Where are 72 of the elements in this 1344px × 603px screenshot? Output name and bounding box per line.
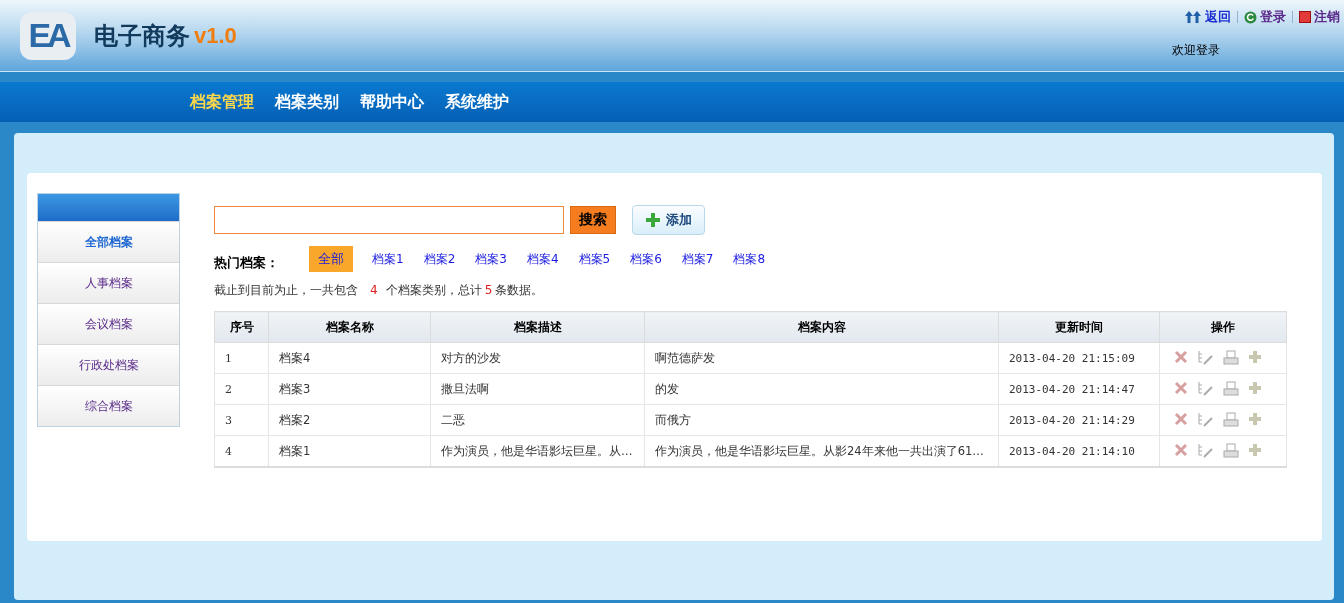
column-header: 档案描述 — [430, 311, 645, 343]
hot-tag[interactable]: 档案6 — [621, 247, 671, 271]
sidebar-item[interactable]: 全部档案 — [38, 221, 179, 262]
summary-text: 截止到目前为止，一共包含 4 个档案类别，总计 5 条数据。 — [214, 282, 545, 299]
column-header: 档案内容 — [644, 311, 999, 343]
table-cell: 而俄方 — [644, 404, 999, 436]
table-cell: 档案2 — [268, 404, 431, 436]
hot-tag[interactable]: 全部 — [309, 246, 353, 272]
tree-edit-icon[interactable] — [1197, 381, 1214, 397]
hot-tag[interactable]: 档案7 — [672, 247, 723, 271]
hot-tag[interactable]: 档案8 — [724, 247, 775, 271]
print-icon[interactable] — [1223, 412, 1239, 427]
login-link[interactable]: 登录 — [1244, 8, 1286, 26]
welcome-text: 欢迎登录 — [1172, 42, 1220, 59]
table-cell: 1 — [214, 342, 269, 374]
print-icon[interactable] — [1223, 350, 1239, 365]
delete-icon[interactable] — [1174, 350, 1188, 364]
column-header: 档案名称 — [268, 311, 431, 343]
table-cell: 二恶 — [430, 404, 645, 436]
print-icon[interactable] — [1223, 381, 1239, 396]
up-arrows-icon — [1184, 10, 1202, 24]
version-label: v1.0 — [194, 22, 237, 49]
hot-tag[interactable]: 档案2 — [414, 247, 465, 271]
search-field[interactable] — [214, 206, 564, 234]
tree-edit-icon[interactable] — [1197, 443, 1214, 459]
logo: EA — [20, 11, 76, 60]
table-cell: 4 — [214, 435, 269, 467]
delete-icon[interactable] — [1174, 412, 1188, 426]
table-cell: 2 — [214, 373, 269, 405]
app-title: 电子商务 — [94, 20, 190, 52]
table-cell: 档案3 — [268, 373, 431, 405]
column-header: 更新时间 — [998, 311, 1160, 343]
sidebar-item[interactable]: 行政处档案 — [38, 344, 179, 385]
hot-tag[interactable]: 档案1 — [363, 247, 413, 271]
plus-icon[interactable] — [1248, 381, 1262, 395]
plus-icon[interactable] — [1248, 412, 1262, 426]
hot-tag[interactable]: 档案3 — [466, 247, 516, 271]
sidebar-item[interactable]: 人事档案 — [38, 262, 179, 303]
plus-icon[interactable] — [1248, 443, 1262, 457]
sidebar-item[interactable]: 综合档案 — [38, 385, 179, 426]
tree-edit-icon[interactable] — [1197, 350, 1214, 366]
tree-edit-icon[interactable] — [1197, 412, 1214, 428]
table-cell: 3 — [214, 404, 269, 436]
column-header: 操作 — [1159, 311, 1287, 343]
search-button[interactable]: 搜索 — [570, 206, 616, 234]
nav-tab[interactable]: 档案类别 — [275, 91, 339, 113]
print-icon[interactable] — [1223, 443, 1239, 458]
table-cell: 撒旦法啊 — [430, 373, 645, 405]
table-cell: 的发 — [644, 373, 999, 405]
plus-icon — [645, 213, 660, 227]
table-cell: 对方的沙发 — [430, 342, 645, 374]
plus-icon[interactable] — [1248, 350, 1262, 364]
delete-icon[interactable] — [1174, 381, 1188, 395]
delete-icon[interactable] — [1174, 443, 1188, 457]
table-cell: 档案4 — [268, 342, 431, 374]
column-header: 序号 — [214, 311, 269, 343]
stop-square-icon — [1299, 11, 1311, 23]
hot-tag[interactable]: 档案4 — [517, 247, 568, 271]
nav-tab[interactable]: 系统维护 — [445, 91, 509, 113]
refresh-circle-icon — [1244, 10, 1257, 24]
add-button[interactable]: 添加 — [632, 205, 705, 235]
nav-tab[interactable]: 帮助中心 — [360, 91, 424, 113]
hot-label: 热门档案： — [214, 254, 280, 272]
nav-tab[interactable]: 档案管理 — [190, 91, 254, 113]
table-cell: 2013-04-20 21:14:47 — [998, 373, 1160, 405]
sidebar-item[interactable]: 会议档案 — [38, 303, 179, 344]
table-cell: 2013-04-20 21:14:29 — [998, 404, 1160, 436]
logout-link[interactable]: 注销 — [1299, 8, 1340, 26]
table-cell: 啊范德萨发 — [644, 342, 999, 374]
table-cell: 2013-04-20 21:15:09 — [998, 342, 1160, 374]
hot-tag[interactable]: 档案5 — [569, 247, 620, 271]
back-link[interactable]: 返回 — [1184, 8, 1231, 26]
